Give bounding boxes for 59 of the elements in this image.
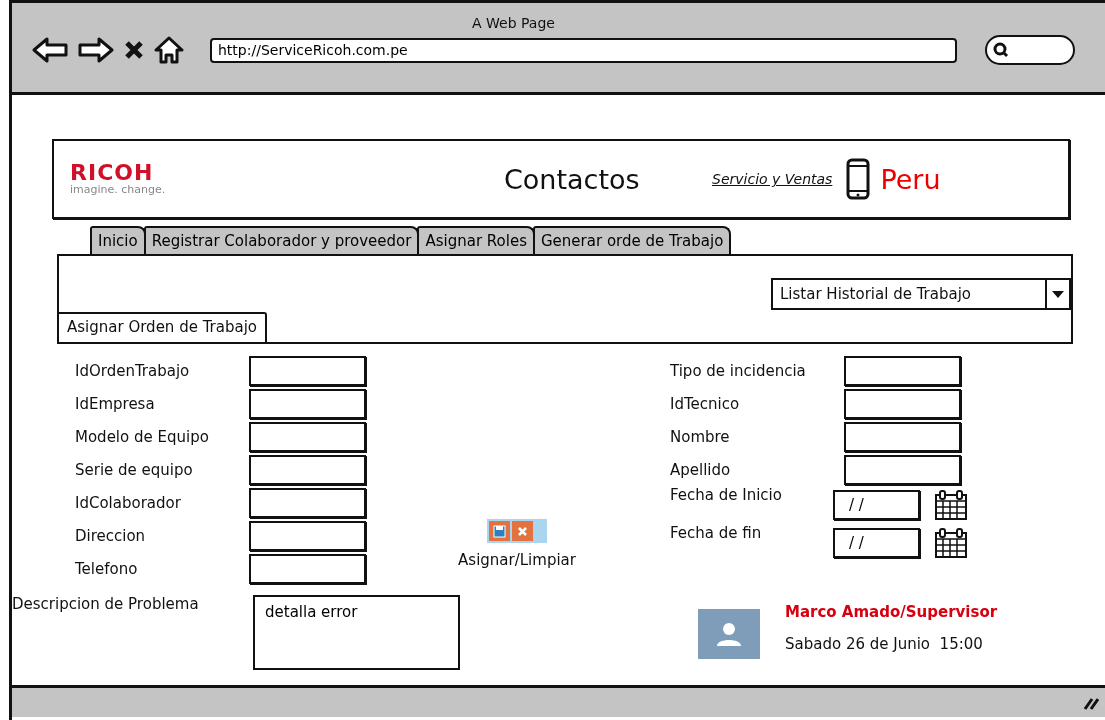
input-field[interactable] (249, 355, 366, 386)
tab[interactable]: Asignar Roles (417, 226, 535, 254)
logo-tagline: imagine. change. (70, 182, 167, 196)
calendar-icon[interactable] (934, 489, 968, 521)
field-label: Serie de equipo (75, 460, 194, 479)
address-field[interactable]: http://ServiceRicoh.com.pe (210, 37, 957, 63)
field-label: IdEmpresa (75, 394, 156, 413)
close-icon[interactable] (124, 40, 144, 60)
input-field[interactable] (249, 454, 366, 485)
x-icon (517, 525, 528, 537)
back-icon[interactable] (32, 37, 68, 63)
field-label: Direccion (75, 526, 147, 545)
field-label: Telefono (75, 559, 139, 578)
field-label: Modelo de Equipo (75, 427, 210, 446)
input-field[interactable] (249, 388, 366, 419)
clear-button[interactable] (512, 521, 533, 541)
history-dropdown[interactable]: Listar Historial de Trabajo (771, 278, 1071, 310)
date-time: Sabado 26 de Junio 15:00 (785, 635, 984, 653)
field-label: IdColaborador (75, 493, 182, 512)
actions-caption: Asignar/Limpiar (458, 551, 576, 569)
forward-icon[interactable] (78, 37, 114, 63)
section-tab[interactable]: Asignar Orden de Trabajo (59, 312, 268, 342)
caret-icon (1052, 290, 1064, 298)
calendar-icon[interactable] (934, 527, 968, 559)
field-label: Fecha de Inicio (670, 486, 783, 504)
input-field[interactable] (249, 421, 366, 452)
date-field[interactable]: / / (833, 490, 920, 520)
services-link[interactable]: Servicio y Ventas (712, 171, 833, 187)
input-field[interactable] (844, 421, 961, 452)
field-label: IdTecnico (670, 394, 741, 413)
home-icon[interactable] (154, 36, 184, 64)
country-label: Peru (880, 163, 941, 195)
field-label: Descripcion de Problema (12, 595, 200, 613)
search-icon (993, 42, 1009, 58)
input-field[interactable] (249, 520, 366, 551)
input-field[interactable] (844, 454, 961, 485)
avatar-placeholder (698, 609, 760, 659)
phone-icon (846, 158, 871, 200)
input-field[interactable] (844, 355, 961, 386)
field-label: Tipo de incidencia (670, 361, 807, 380)
logo-text: RICOH (70, 162, 155, 183)
page-title: Contactos (504, 163, 641, 195)
date-field[interactable]: / / (833, 528, 920, 558)
tab[interactable]: Inicio (90, 226, 146, 254)
description-field[interactable]: detalla error (253, 595, 460, 670)
tab[interactable]: Generar orde de Trabajo (533, 226, 732, 254)
field-label: Nombre (670, 427, 731, 446)
field-label: Fecha de fin (670, 524, 763, 542)
field-label: Apellido (670, 460, 732, 479)
window-title: A Web Page (472, 15, 555, 31)
save-button[interactable] (489, 521, 510, 541)
field-label: IdOrdenTrabajo (75, 361, 191, 380)
floppy-icon (493, 524, 506, 538)
tab[interactable]: Registrar Colaborador y proveedor (143, 226, 420, 254)
user-name: Marco Amado/Supervisor (785, 603, 998, 621)
input-field[interactable] (249, 553, 366, 584)
search-field[interactable] (985, 35, 1075, 65)
input-field[interactable] (844, 388, 961, 419)
input-field[interactable] (249, 487, 366, 518)
